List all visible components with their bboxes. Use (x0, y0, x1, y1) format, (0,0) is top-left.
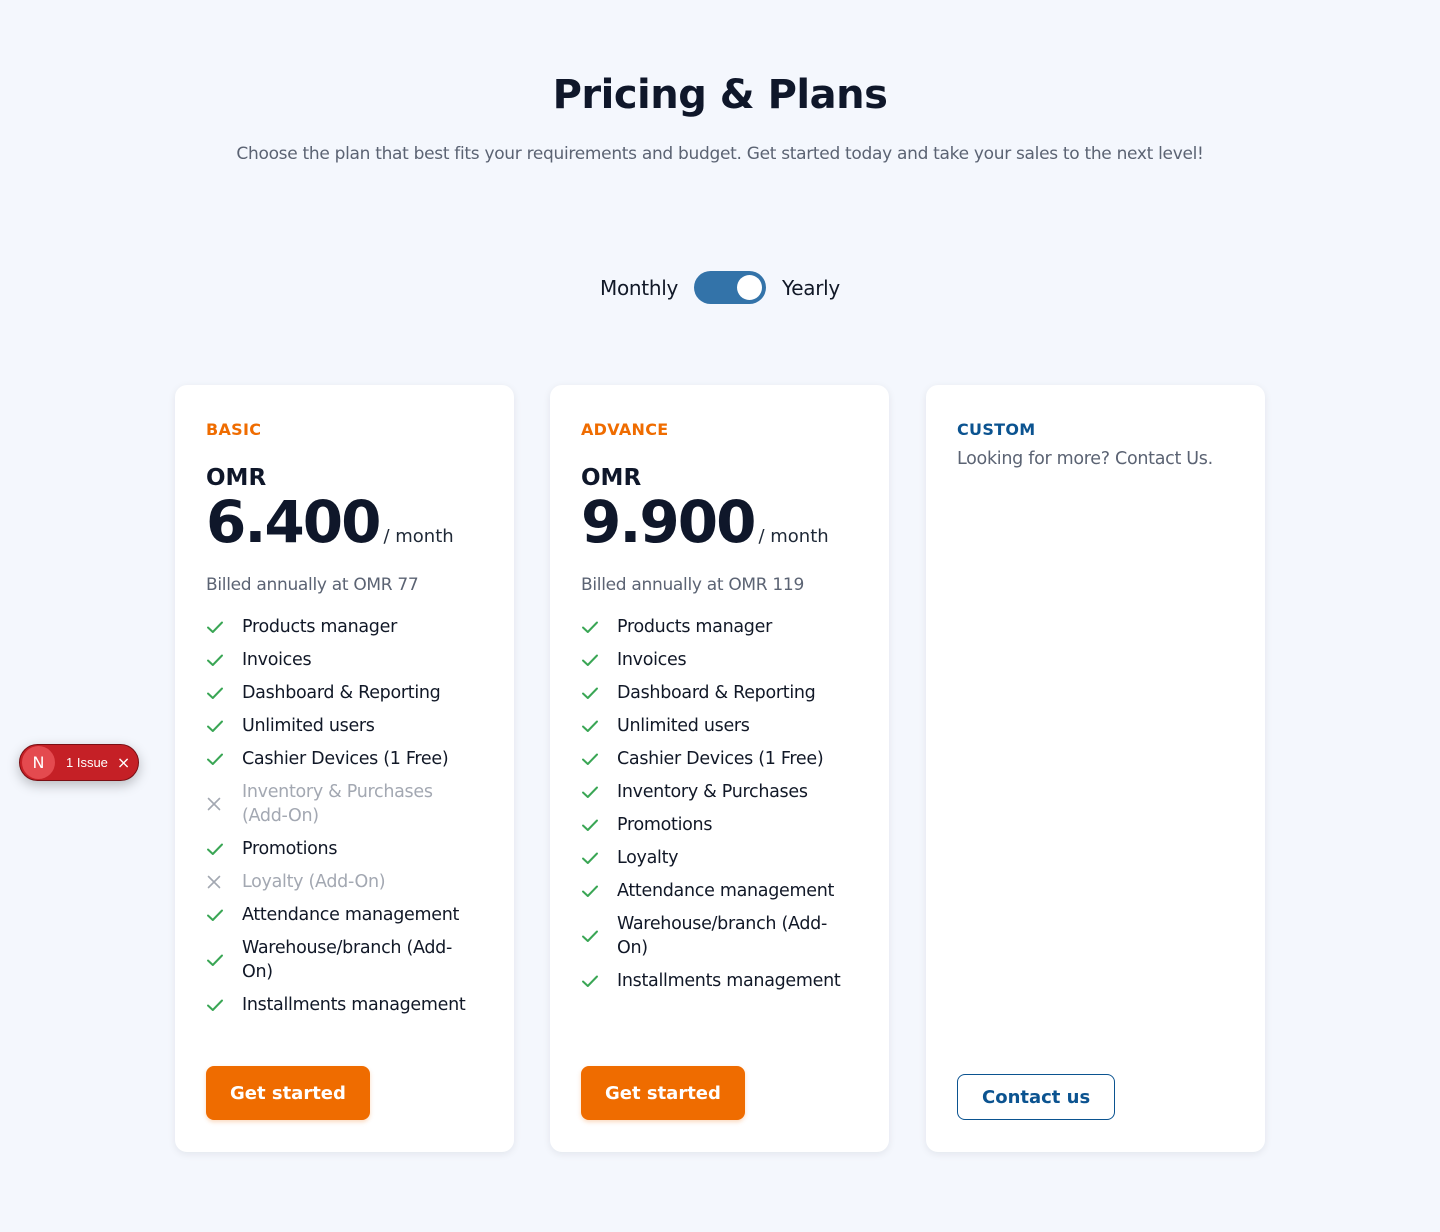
feature-label: Invoices (242, 650, 312, 670)
check-icon (581, 719, 617, 733)
price-period: / month (758, 526, 829, 547)
issue-count: 1 Issue (66, 755, 108, 770)
feature-label: Attendance management (242, 905, 460, 925)
price-period: / month (383, 526, 454, 547)
feature-item: Cashier Devices (1 Free) (206, 747, 483, 771)
check-icon (581, 686, 617, 700)
feature-label: Inventory & Purchases (617, 782, 808, 802)
feature-label: Installments management (617, 971, 841, 991)
feature-label: Unlimited users (242, 716, 375, 736)
feature-item: Invoices (581, 648, 858, 672)
pricing-page: Pricing & Plans Choose the plan that bes… (0, 0, 1440, 1232)
billing-note: Billed annually at OMR 77 (206, 575, 419, 595)
feature-label: Invoices (617, 650, 687, 670)
feature-item: Cashier Devices (1 Free) (581, 747, 858, 771)
billing-period-toggle[interactable] (694, 271, 767, 304)
feature-item: Inventory & Purchases (Add-On) (206, 780, 483, 828)
check-icon (206, 953, 242, 967)
feature-item: Installments management (206, 993, 483, 1017)
plan-card-advance: ADVANCE OMR 9.900 / month Billed annuall… (550, 385, 889, 1152)
check-icon (581, 785, 617, 799)
check-icon (206, 908, 242, 922)
feature-label: Dashboard & Reporting (242, 683, 441, 703)
feature-label: Inventory & Purchases (Add-On) (242, 782, 433, 826)
feature-label: Cashier Devices (1 Free) (617, 749, 824, 769)
feature-label: Dashboard & Reporting (617, 683, 816, 703)
check-icon (206, 653, 242, 667)
plan-price: 9.900 (581, 488, 756, 556)
feature-item: Inventory & Purchases (581, 780, 858, 804)
feature-label: Loyalty (617, 848, 679, 868)
check-icon (206, 752, 242, 766)
feature-label: Loyalty (Add-On) (242, 872, 386, 892)
contact-us-button[interactable]: Contact us (957, 1074, 1116, 1120)
close-icon[interactable]: × (117, 754, 130, 771)
check-icon (206, 998, 242, 1012)
get-started-button[interactable]: Get started (206, 1066, 370, 1120)
close-icon (206, 796, 242, 812)
yearly-label[interactable]: Yearly (782, 276, 840, 300)
check-icon (581, 974, 617, 988)
plan-name: CUSTOM (957, 420, 1036, 439)
feature-item: Products manager (581, 615, 858, 639)
billing-note: Billed annually at OMR 119 (581, 575, 804, 595)
price-row: 6.400 / month (206, 489, 483, 555)
check-icon (206, 686, 242, 700)
n-logo-icon: N (22, 746, 55, 779)
check-icon (206, 719, 242, 733)
check-icon (581, 818, 617, 832)
close-icon (206, 874, 242, 890)
price-row: 9.900 / month (581, 489, 858, 555)
check-icon (206, 620, 242, 634)
feature-label: Cashier Devices (1 Free) (242, 749, 449, 769)
feature-item: Promotions (581, 813, 858, 837)
check-icon (581, 752, 617, 766)
feature-item: Unlimited users (581, 714, 858, 738)
monthly-label[interactable]: Monthly (600, 276, 678, 300)
get-started-button[interactable]: Get started (581, 1066, 745, 1120)
issue-badge[interactable]: N 1 Issue × (19, 744, 139, 781)
feature-item: Invoices (206, 648, 483, 672)
check-icon (581, 851, 617, 865)
feature-label: Products manager (242, 617, 397, 637)
page-title: Pricing & Plans (552, 72, 888, 118)
toggle-knob (737, 275, 763, 300)
feature-item: Loyalty (Add-On) (206, 870, 483, 894)
check-icon (581, 884, 617, 898)
feature-label: Warehouse/branch (Add-On) (242, 938, 452, 982)
check-icon (581, 929, 617, 943)
feature-item: Installments management (581, 969, 858, 993)
feature-item: Products manager (206, 615, 483, 639)
check-icon (581, 620, 617, 634)
plan-name: ADVANCE (581, 420, 669, 439)
feature-item: Warehouse/branch (Add-On) (206, 936, 483, 984)
feature-list: Products manager Invoices Dashboard & Repo… (581, 615, 858, 993)
feature-list: Products manager Invoices Dashboard & Repo… (206, 615, 483, 1017)
feature-label: Installments management (242, 995, 466, 1015)
plan-card-basic: BASIC OMR 6.400 / month Billed annually … (175, 385, 514, 1152)
custom-plan-description: Looking for more? Contact Us. (957, 449, 1213, 469)
page-subtitle: Choose the plan that best fits your requ… (236, 144, 1204, 164)
feature-item: Attendance management (581, 879, 858, 903)
feature-label: Warehouse/branch (Add-On) (617, 914, 827, 958)
feature-label: Attendance management (617, 881, 835, 901)
feature-item: Loyalty (581, 846, 858, 870)
feature-item: Dashboard & Reporting (581, 681, 858, 705)
check-icon (206, 842, 242, 856)
feature-label: Products manager (617, 617, 772, 637)
plan-price: 6.400 (206, 488, 381, 556)
feature-label: Promotions (617, 815, 713, 835)
feature-item: Attendance management (206, 903, 483, 927)
feature-item: Promotions (206, 837, 483, 861)
plan-name: BASIC (206, 420, 262, 439)
feature-label: Unlimited users (617, 716, 750, 736)
feature-label: Promotions (242, 839, 338, 859)
feature-item: Unlimited users (206, 714, 483, 738)
check-icon (581, 653, 617, 667)
feature-item: Dashboard & Reporting (206, 681, 483, 705)
plan-card-custom: CUSTOM Looking for more? Contact Us. Con… (926, 385, 1265, 1152)
feature-item: Warehouse/branch (Add-On) (581, 912, 858, 960)
billing-toggle-row: Monthly Yearly (0, 271, 1440, 304)
